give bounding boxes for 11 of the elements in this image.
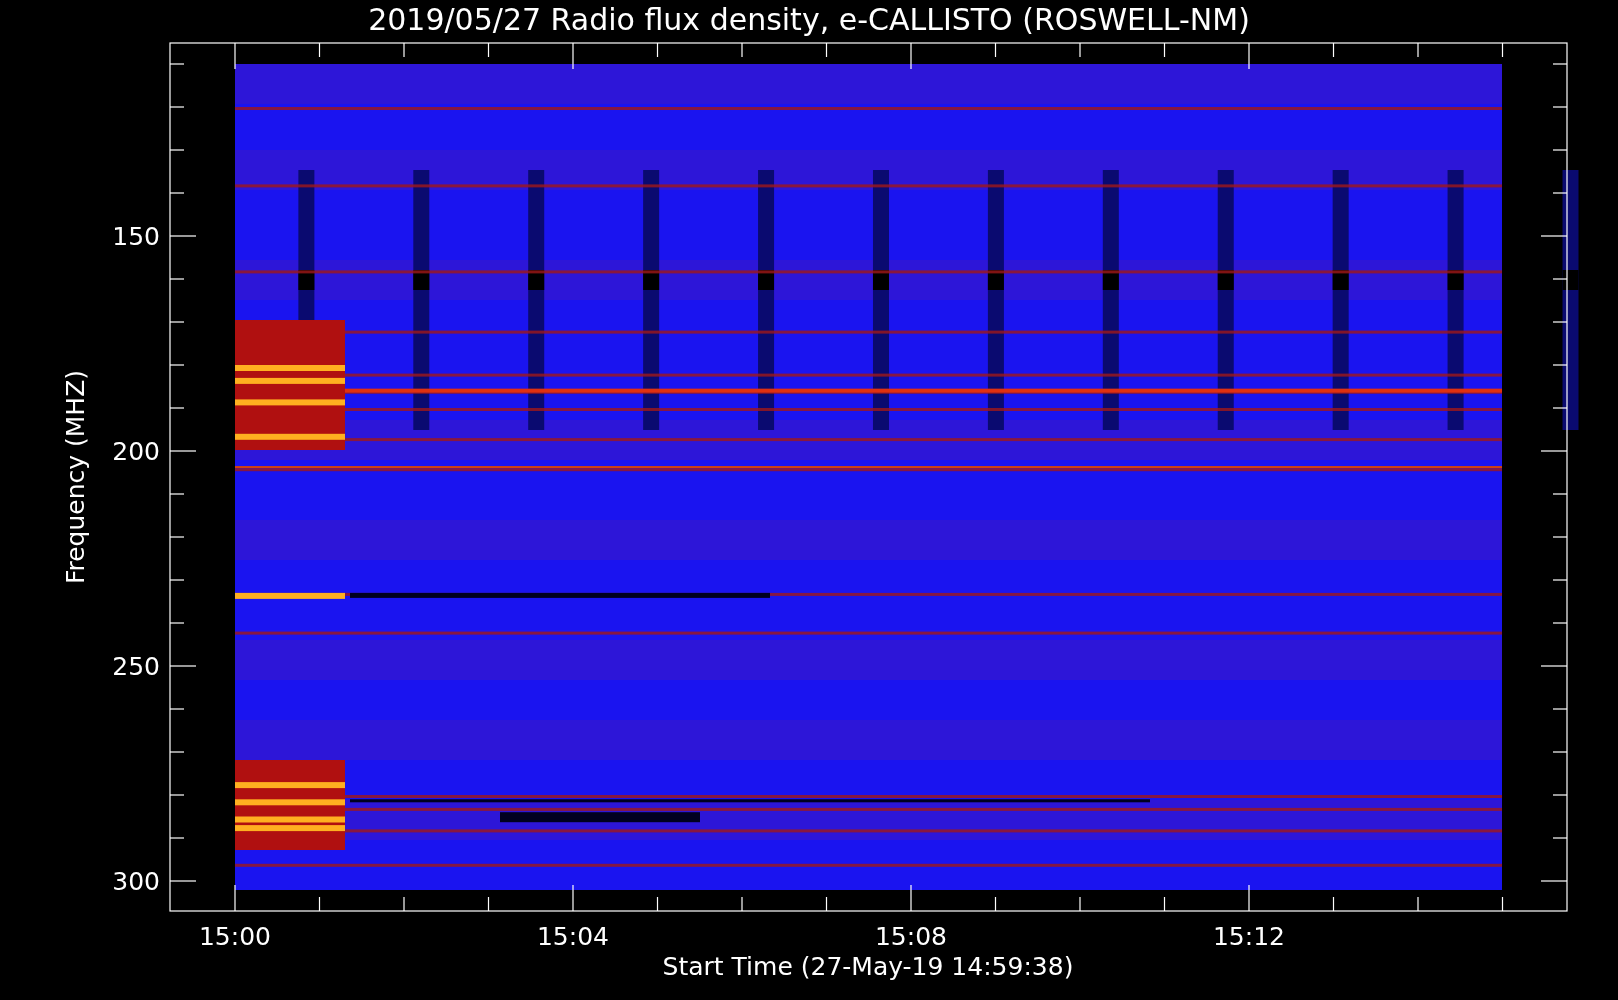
y-axis-label: Frequency (MHZ) [61,369,90,585]
chart-title: 2019/05/27 Radio flux density, e-CALLISTO (ROSWELL-NM) [368,2,1250,37]
x-tick-label: 15:08 [875,922,947,951]
x-tick-label: 15:04 [537,922,609,951]
y-tick-label: 300 [112,867,160,896]
x-axis-label: Start Time (27-May-19 14:59:38) [662,952,1074,981]
y-tick-label: 150 [112,222,160,251]
x-tick-label: 15:00 [199,922,271,951]
y-tick-label: 250 [112,652,160,681]
x-tick-label: 15:12 [1213,922,1285,951]
y-tick-label: 200 [112,437,160,466]
